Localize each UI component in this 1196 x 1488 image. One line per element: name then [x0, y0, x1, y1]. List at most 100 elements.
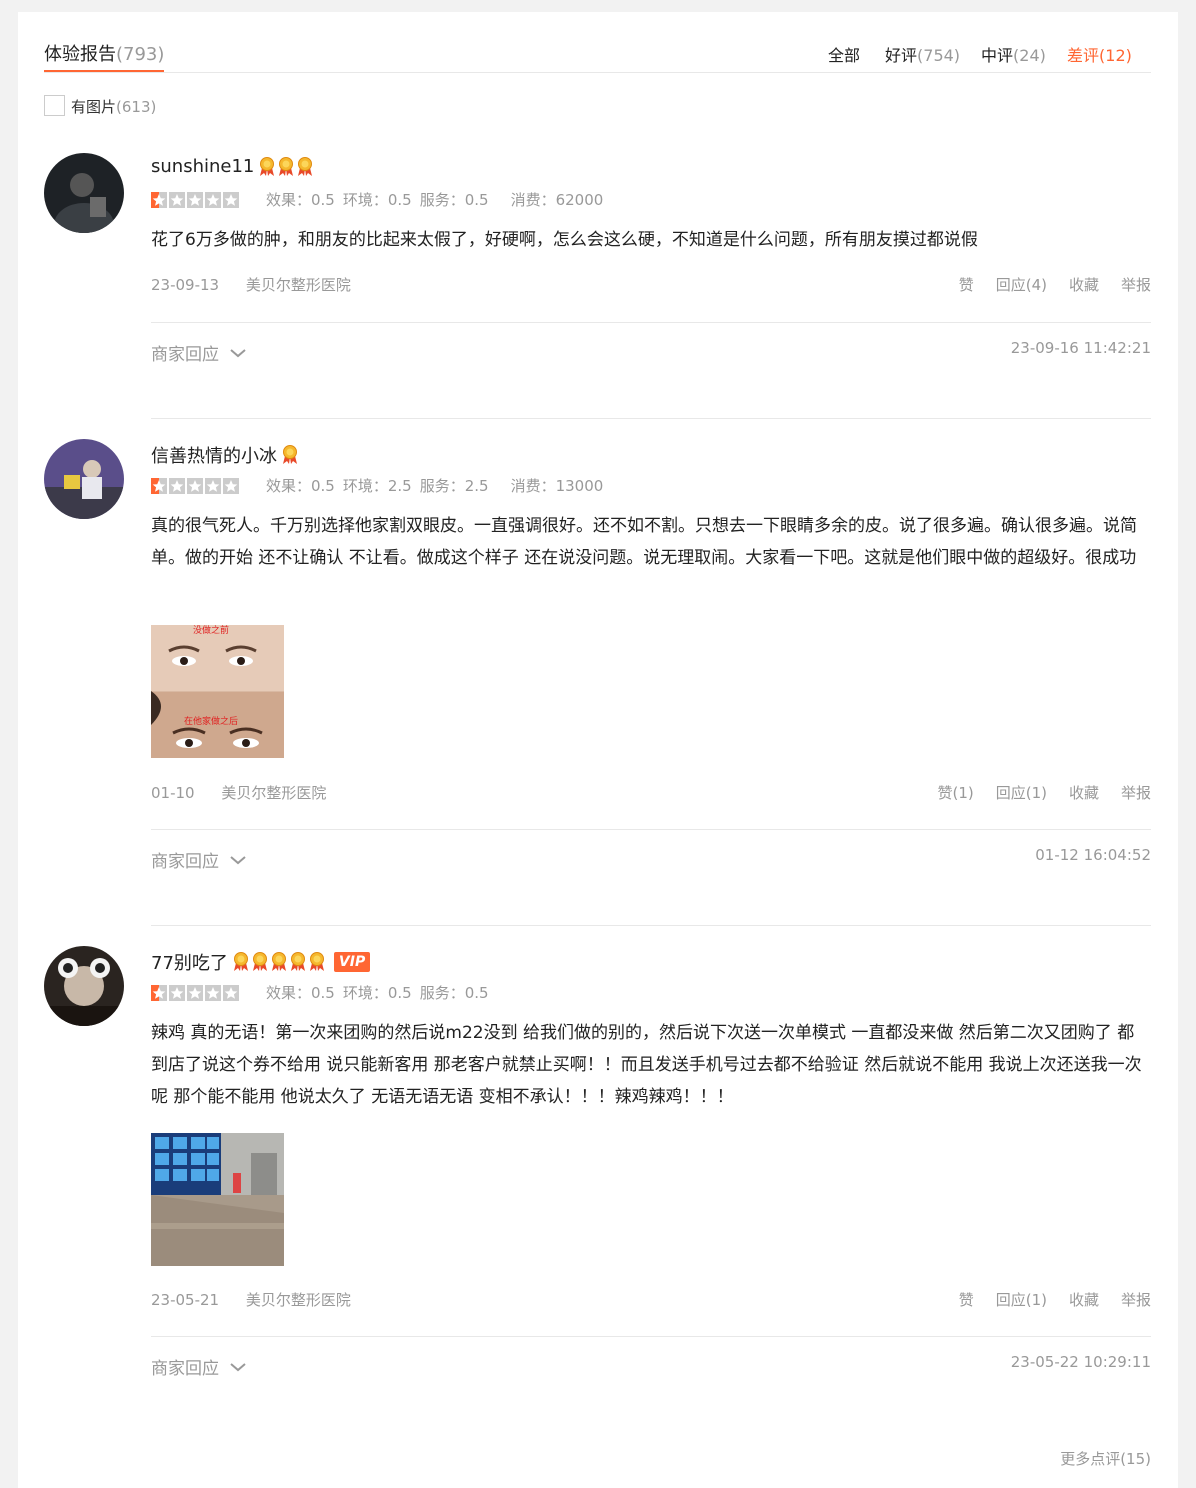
report-button[interactable]: 举报: [1121, 1291, 1151, 1309]
review-photo[interactable]: [151, 1133, 284, 1266]
review-username[interactable]: 77别吃了 VIP: [151, 949, 371, 975]
reply-button[interactable]: 回应(1): [996, 784, 1047, 802]
favorite-button[interactable]: 收藏: [1069, 276, 1099, 294]
review-shop-link[interactable]: 美贝尔整形医院: [221, 784, 326, 802]
username-text: 信善热情的小冰: [151, 446, 277, 467]
section-title-label: 体验报告: [44, 44, 116, 65]
score-spend: 消费：62000: [510, 191, 604, 209]
star-icon: [187, 192, 203, 208]
review-separator: [151, 925, 1151, 926]
star-icon: [169, 192, 185, 208]
review-username[interactable]: 信善热情的小冰: [151, 442, 298, 468]
user-avatar[interactable]: [44, 439, 124, 519]
has-photo-label[interactable]: 有图片(613): [71, 96, 156, 117]
medal-row: [256, 156, 313, 177]
favorite-button[interactable]: 收藏: [1069, 1291, 1099, 1309]
review-scores: 效果：0.5 环境：0.5 服务：0.5: [266, 982, 497, 1003]
score-environment: 环境：0.5: [342, 984, 412, 1002]
star-icon: [169, 985, 185, 1001]
reply-button[interactable]: 回应(4): [996, 276, 1047, 294]
score-environment: 环境：0.5: [342, 191, 412, 209]
score-service: 服务：0.5: [419, 191, 489, 209]
review-date: 01-10: [151, 784, 195, 802]
medal-icon: [282, 445, 298, 465]
merchant-reply-time: 23-05-22 10:29:11: [1010, 1353, 1151, 1371]
report-button[interactable]: 举报: [1121, 784, 1151, 802]
filter-medium-label: 中评: [981, 46, 1014, 65]
photo-caption-after: 在他家做之后: [184, 715, 238, 727]
review-divider: [151, 1336, 1151, 1337]
merchant-reply-time: 01-12 16:04:52: [1035, 846, 1151, 864]
report-button[interactable]: 举报: [1121, 276, 1151, 294]
review-actions: 赞 回应(1) 收藏 举报: [937, 1289, 1151, 1310]
filter-bad-label: 差评: [1067, 46, 1100, 65]
star-icon: [223, 478, 239, 494]
merchant-reply-toggle[interactable]: 商家回应: [151, 1354, 247, 1379]
user-avatar[interactable]: [44, 153, 124, 233]
like-button[interactable]: 赞: [959, 1291, 974, 1309]
review-meta: 01-10 美贝尔整形医院: [151, 782, 326, 803]
merchant-reply-label: 商家回应: [151, 1359, 219, 1379]
review-username[interactable]: sunshine11: [151, 156, 313, 177]
medal-icon: [259, 156, 275, 177]
user-avatar[interactable]: [44, 946, 124, 1026]
filter-medium[interactable]: 中评(24): [981, 42, 1046, 66]
vip-badge: VIP: [333, 952, 371, 972]
score-spend: 消费：13000: [510, 477, 604, 495]
chevron-down-icon: [230, 348, 246, 357]
review-photo[interactable]: 没做之前 在他家做之后: [151, 625, 284, 758]
has-photo-checkbox[interactable]: [44, 95, 65, 116]
score-service: 服务：2.5: [419, 477, 489, 495]
section-title[interactable]: 体验报告(793): [44, 40, 164, 66]
review-meta: 23-09-13 美贝尔整形医院: [151, 274, 351, 295]
merchant-reply-toggle[interactable]: 商家回应: [151, 847, 247, 872]
username-text: sunshine11: [151, 156, 255, 177]
filter-medium-count: (24): [1013, 46, 1046, 65]
score-service: 服务：0.5: [419, 984, 489, 1002]
star-icon: [169, 478, 185, 494]
like-button[interactable]: 赞: [959, 276, 974, 294]
merchant-reply-toggle[interactable]: 商家回应: [151, 340, 247, 365]
chevron-down-icon: [230, 1362, 246, 1371]
rating-stars: [151, 985, 239, 1001]
rating-stars: [151, 192, 239, 208]
merchant-reply-label: 商家回应: [151, 852, 219, 872]
review-shop-link[interactable]: 美贝尔整形医院: [246, 1291, 351, 1309]
filter-good-count: (754): [917, 46, 961, 65]
medal-icon: [290, 952, 306, 972]
filter-all-label: 全部: [828, 46, 861, 65]
medal-icon: [297, 156, 313, 177]
star-icon: [151, 985, 167, 1001]
review-separator: [151, 418, 1151, 419]
review-content: 辣鸡 真的无语！第一次来团购的然后说m22没到 给我们做的别的，然后说下次送一次…: [151, 1023, 1142, 1107]
review-content: 真的很气死人。千万别选择他家割双眼皮。一直强调很好。还不如不割。只想去一下眼睛多…: [151, 516, 1137, 568]
star-icon: [205, 478, 221, 494]
chevron-down-icon: [230, 855, 246, 864]
has-photo-text: 有图片: [71, 98, 117, 116]
has-photo-count: (613): [116, 98, 157, 116]
review-date: 23-09-13: [151, 276, 220, 294]
filter-all[interactable]: 全部: [828, 42, 860, 66]
review-actions: 赞 回应(4) 收藏 举报: [937, 274, 1151, 295]
filter-good[interactable]: 好评(754): [885, 42, 960, 66]
merchant-reply-label: 商家回应: [151, 345, 219, 365]
review-divider: [151, 322, 1151, 323]
photo-caption-before: 没做之前: [193, 625, 229, 636]
reply-button[interactable]: 回应(1): [996, 1291, 1047, 1309]
review-shop-link[interactable]: 美贝尔整形医院: [246, 276, 351, 294]
score-environment: 环境：2.5: [342, 477, 412, 495]
review-scores: 效果：0.5 环境：2.5 服务：2.5 消费：13000: [266, 475, 611, 496]
filter-good-label: 好评: [885, 46, 918, 65]
medal-icon: [309, 952, 325, 972]
medal-icon: [252, 952, 268, 972]
review-content: 花了6万多做的肿，和朋友的比起来太假了，好硬啊，怎么会这么硬，不知道是什么问题，…: [151, 230, 978, 250]
star-icon: [223, 192, 239, 208]
more-reviews-link[interactable]: 更多点评(15): [1060, 1448, 1151, 1469]
section-title-count: (793): [116, 44, 165, 65]
star-icon: [151, 192, 167, 208]
favorite-button[interactable]: 收藏: [1069, 784, 1099, 802]
filter-bad[interactable]: 差评(12): [1067, 42, 1132, 66]
like-button[interactable]: 赞(1): [937, 784, 973, 802]
medal-icon: [271, 952, 287, 972]
score-effect: 效果：0.5: [266, 477, 335, 495]
